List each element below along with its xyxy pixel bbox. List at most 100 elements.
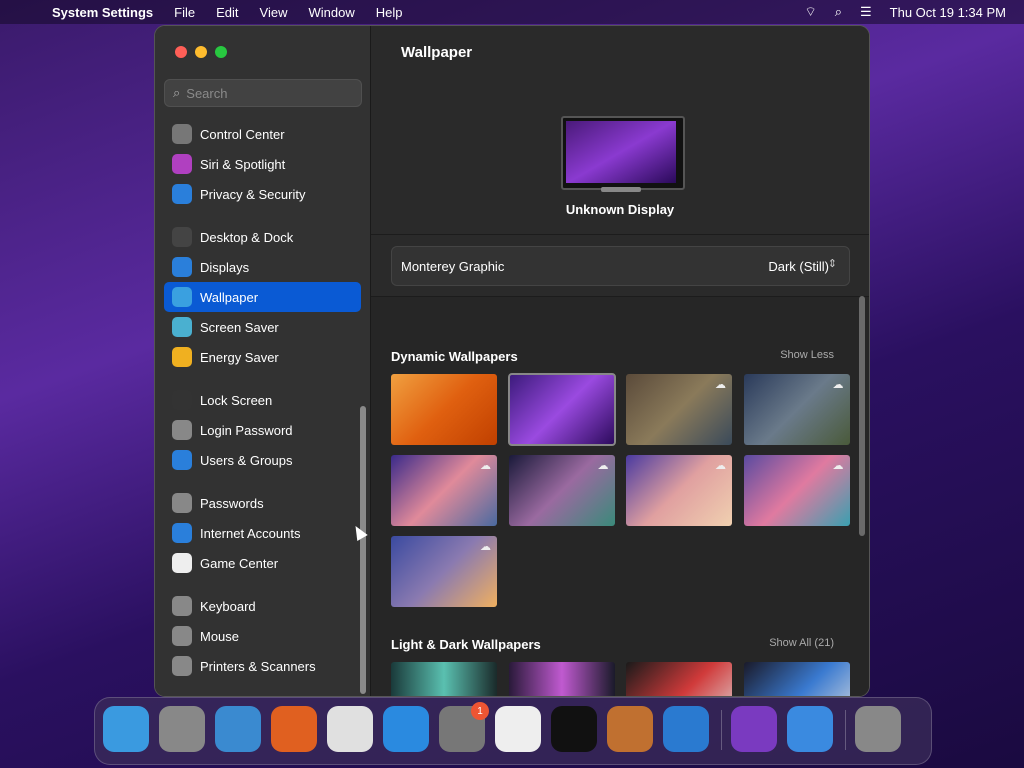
sidebar-item-energy-saver[interactable]: Energy Saver [164, 342, 361, 372]
sidebar-item-mouse[interactable]: Mouse [164, 621, 361, 651]
wallpaper-icon [172, 287, 192, 307]
dock-chrome-icon[interactable] [327, 706, 373, 752]
lock-icon [172, 390, 192, 410]
dock-garageband-icon[interactable] [607, 706, 653, 752]
sidebar-item-privacy-security[interactable]: Privacy & Security [164, 179, 361, 209]
dock-visual-studio-icon[interactable] [731, 706, 777, 752]
screensaver-icon [172, 317, 192, 337]
dock-weather-icon[interactable] [787, 706, 833, 752]
wallpaper-thumbnail[interactable] [626, 662, 732, 696]
wallpaper-thumbnail[interactable]: ☁ [391, 455, 497, 526]
dock-vscode-icon[interactable] [663, 706, 709, 752]
sidebar-item-label: Passwords [200, 495, 264, 511]
sidebar-item-label: Users & Groups [200, 452, 293, 468]
sidebar-item-siri-spotlight[interactable]: Siri & Spotlight [164, 149, 361, 179]
dock-icon [172, 227, 192, 247]
wifi-icon[interactable]: ⌔ [804, 4, 816, 20]
sidebar-item-label: Screen Saver [200, 319, 279, 335]
search-icon[interactable]: ⌕ [835, 4, 842, 20]
printer-icon [172, 656, 192, 676]
download-cloud-icon: ☁ [597, 460, 609, 472]
sidebar-item-desktop-dock[interactable]: Desktop & Dock [164, 222, 361, 252]
wallpaper-thumbnail[interactable] [508, 662, 615, 696]
dock-finder-icon[interactable] [103, 706, 149, 752]
wallpaper-thumbnail[interactable]: ☁ [743, 455, 850, 526]
wallpaper-thumbnail[interactable]: ☁ [391, 536, 497, 607]
monitor-stand [601, 187, 641, 192]
wallpaper-thumbnail[interactable] [743, 662, 850, 696]
sun-icon [172, 257, 192, 277]
sidebar-item-displays[interactable]: Displays [164, 252, 361, 282]
show-less-button[interactable]: Show Less [780, 349, 834, 364]
sidebar-item-screen-saver[interactable]: Screen Saver [164, 312, 361, 342]
app-menu[interactable]: System Settings [52, 5, 153, 20]
wallpaper-thumbnail[interactable] [391, 374, 497, 445]
sidebar-item-label: Control Center [200, 126, 285, 142]
close-button[interactable] [175, 46, 187, 58]
dock-system-settings-icon[interactable]: 1 [439, 702, 489, 752]
main-scrollbar[interactable] [859, 296, 865, 536]
wallpaper-thumbnail[interactable] [507, 373, 616, 446]
wallpaper-thumbnail[interactable]: ☁ [626, 455, 732, 526]
sidebar-scrollbar[interactable] [360, 406, 366, 694]
game-center-icon [172, 553, 192, 573]
menu-help[interactable]: Help [376, 5, 403, 20]
download-cloud-icon: ☁ [832, 460, 844, 472]
sidebar-item-control-center[interactable]: Control Center [164, 119, 361, 149]
sidebar-item-game-center[interactable]: Game Center [164, 548, 361, 578]
zoom-button[interactable] [215, 46, 227, 58]
sidebar-item-internet-accounts[interactable]: Internet Accounts [164, 518, 361, 548]
sidebar-item-label: Internet Accounts [200, 525, 301, 541]
sidebar: ⌕ Search Control Center Siri & Spotlight… [155, 26, 371, 696]
sidebar-item-keyboard[interactable]: Keyboard [164, 591, 361, 621]
menu-file[interactable]: File [174, 5, 195, 20]
menu-bar: System Settings File Edit View Window He… [0, 0, 1024, 24]
wallpaper-thumbnail[interactable]: ☁ [743, 374, 850, 445]
dock-app-store-icon[interactable] [383, 706, 429, 752]
section-title: Dynamic Wallpapers [391, 349, 518, 364]
page-title: Wallpaper [401, 44, 473, 61]
sidebar-list: Control Center Siri & Spotlight Privacy … [155, 119, 370, 696]
sidebar-item-login-password[interactable]: Login Password [164, 415, 361, 445]
sidebar-item-wallpaper[interactable]: Wallpaper [164, 282, 361, 312]
sidebar-item-printers-scanners[interactable]: Printers & Scanners [164, 651, 361, 681]
dock-firefox-icon[interactable] [271, 706, 317, 752]
wallpaper-thumbnail[interactable]: ☁ [508, 455, 615, 526]
menu-window[interactable]: Window [308, 5, 354, 20]
show-all-button[interactable]: Show All (21) [769, 637, 834, 652]
control-center-icon[interactable]: ☰ [860, 4, 872, 20]
dock-textedit-icon[interactable] [495, 706, 541, 752]
wallpaper-selector[interactable]: Monterey Graphic Dark (Still) ⇕ [391, 246, 850, 286]
dock-launchpad-icon[interactable] [159, 706, 205, 752]
dock-trash-icon[interactable] [855, 706, 901, 752]
download-cloud-icon: ☁ [480, 460, 491, 472]
divider [371, 234, 869, 235]
sidebar-item-label: Printers & Scanners [200, 658, 316, 674]
sidebar-item-passwords[interactable]: Passwords [164, 488, 361, 518]
section-header: Light & Dark Wallpapers Show All (21) [391, 637, 834, 652]
minimize-button[interactable] [195, 46, 207, 58]
sidebar-item-lock-screen[interactable]: Lock Screen [164, 385, 361, 415]
menu-edit[interactable]: Edit [216, 5, 238, 20]
dock-terminal-icon[interactable] [551, 706, 597, 752]
lock-password-icon [172, 420, 192, 440]
keyboard-icon [172, 596, 192, 616]
dock: 1 [94, 697, 932, 765]
wallpaper-thumbnail[interactable]: ☁ [626, 374, 732, 445]
sidebar-item-label: Game Center [200, 555, 279, 571]
sidebar-item-label: Desktop & Dock [200, 229, 294, 245]
dock-separator [721, 710, 722, 750]
clock[interactable]: Thu Oct 19 1:34 PM [890, 5, 1006, 20]
sidebar-item-label: Wallpaper [200, 289, 259, 305]
sidebar-item-label: Mouse [200, 628, 240, 644]
notification-badge: 1 [471, 702, 489, 720]
menu-view[interactable]: View [260, 5, 288, 20]
dock-safari-icon[interactable] [215, 706, 261, 752]
search-field[interactable]: ⌕ Search [164, 79, 362, 107]
display-preview [561, 116, 685, 190]
search-icon: ⌕ [173, 85, 181, 100]
wallpaper-thumbnail[interactable] [391, 662, 497, 696]
sidebar-item-users-groups[interactable]: Users & Groups [164, 445, 361, 475]
at-icon [172, 523, 192, 543]
wallpaper-gallery: Dynamic Wallpapers Show Less ☁ ☁ ☁ ☁ ☁ ☁ ☁ Lig… [371, 297, 869, 696]
